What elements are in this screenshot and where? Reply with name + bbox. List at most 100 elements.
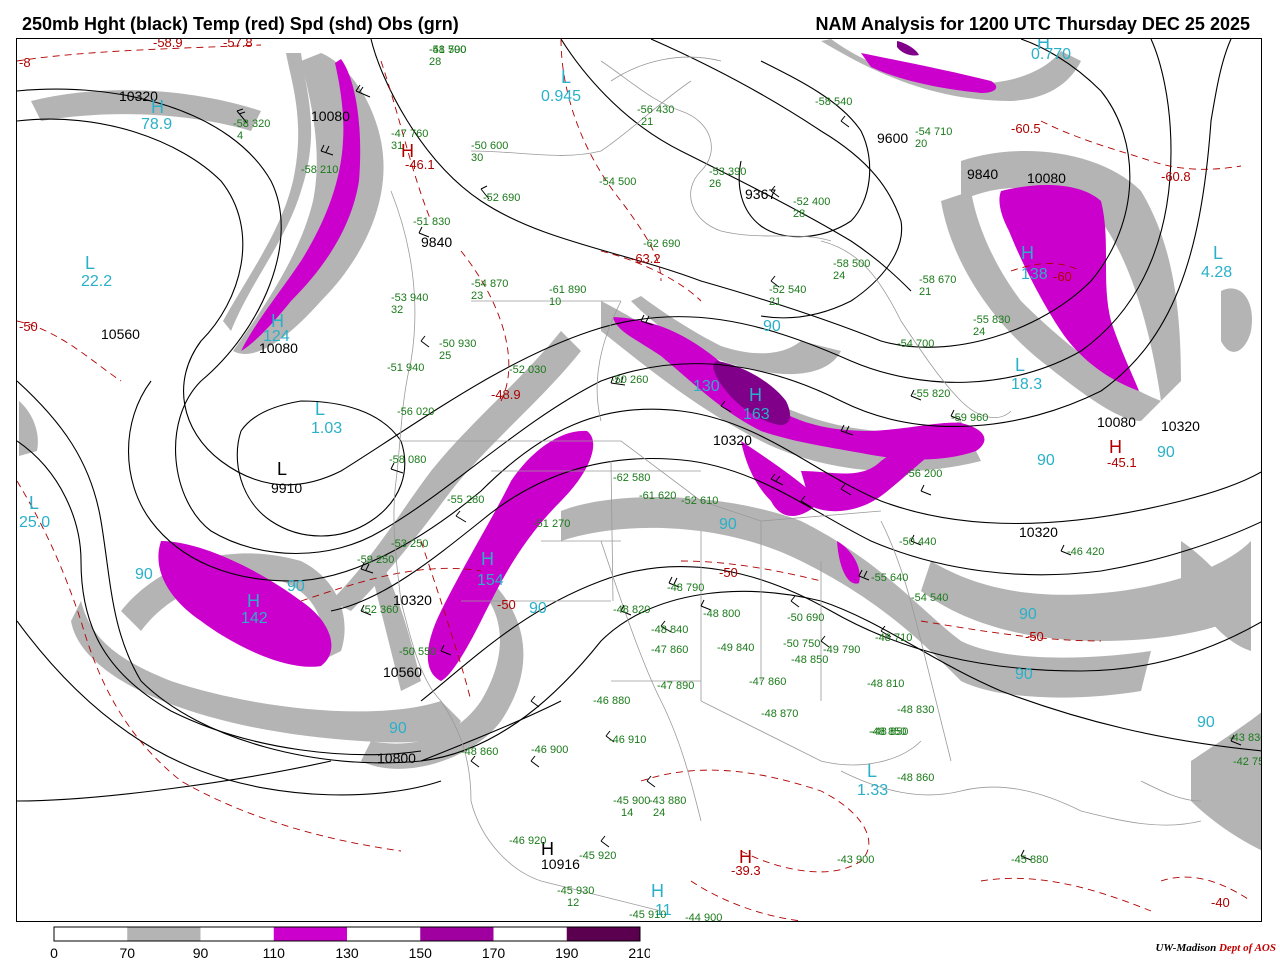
speed-label: 142 xyxy=(241,610,268,627)
high-marker: H xyxy=(247,591,260,611)
station-obs-label: 30 xyxy=(471,152,483,164)
station-obs-label: 12 xyxy=(567,897,579,909)
station-obs-label: -45 900 xyxy=(613,795,650,807)
station-obs-label: -46 420 xyxy=(1067,546,1104,558)
station-obs-label: 28 xyxy=(429,56,441,68)
station-obs-label: -61 890 xyxy=(549,284,586,296)
station-obs-label: 14 xyxy=(621,807,633,819)
speed-label: 25.0 xyxy=(19,514,50,531)
credit-org: UW-Madison xyxy=(1155,942,1217,954)
station-obs-label: -52 610 xyxy=(681,495,718,507)
height-label: 10080 xyxy=(1027,170,1066,186)
height-label: 10080 xyxy=(311,108,350,124)
speed-label: 0.945 xyxy=(541,88,581,105)
map-panel: 10320 10080 9840 9600 9367 10560 10080 9… xyxy=(16,38,1262,922)
height-label: 10560 xyxy=(383,664,422,680)
legend-tick-label: 110 xyxy=(263,945,286,960)
station-obs-label: -45 910 xyxy=(629,909,666,921)
temp-label: -57.8 xyxy=(223,39,253,50)
station-obs-label: -48 700 xyxy=(429,44,466,56)
low-marker: L xyxy=(277,459,287,479)
temp-label: -45.1 xyxy=(1107,455,1137,470)
height-label: 9367 xyxy=(745,186,776,202)
station-obs-label: -48 710 xyxy=(875,632,912,644)
station-obs-label: -50 930 xyxy=(439,338,476,350)
station-obs-label: 31 xyxy=(391,140,403,152)
station-obs-label: -58 540 xyxy=(815,96,852,108)
legend-tick-label: 0 xyxy=(50,945,58,960)
speed-label: 22.2 xyxy=(81,273,112,290)
speed-label: 154 xyxy=(477,572,504,589)
speed-label: 18.3 xyxy=(1011,376,1042,393)
station-obs-label: -55 640 xyxy=(871,572,908,584)
station-obs-label: -48 800 xyxy=(703,608,740,620)
station-obs-label: -50 260 xyxy=(611,374,648,386)
station-obs-label: -53 250 xyxy=(391,538,428,550)
station-obs-label: 4 xyxy=(237,130,243,142)
station-obs-label: -59 250 xyxy=(357,554,394,566)
legend-bin xyxy=(200,927,274,941)
station-obs-label: -47 860 xyxy=(651,644,688,656)
high-marker: H xyxy=(481,549,494,569)
station-obs-label: -49 840 xyxy=(717,642,754,654)
high-marker: H xyxy=(651,881,664,901)
weather-map: 10320 10080 9840 9600 9367 10560 10080 9… xyxy=(17,39,1261,921)
temp-label: -50 xyxy=(1025,629,1044,644)
temp-label: -50 xyxy=(19,319,38,334)
temp-label: -60 xyxy=(1053,269,1072,284)
height-label: 10800 xyxy=(377,750,416,766)
station-obs-label: -56 430 xyxy=(637,104,674,116)
chart-title: 250mb Hght (black) Temp (red) Spd (shd) … xyxy=(22,14,459,34)
height-label: 9910 xyxy=(271,480,302,496)
station-obs-label: -48 870 xyxy=(761,708,798,720)
station-obs-label: 23 xyxy=(471,290,483,302)
station-obs-label: -56 020 xyxy=(397,406,434,418)
station-obs-label: 24 xyxy=(653,807,665,819)
legend-bin xyxy=(566,927,640,941)
station-obs-label: -47 760 xyxy=(391,128,428,140)
station-obs-label: 26 xyxy=(709,178,721,190)
station-obs-label: -51 940 xyxy=(387,362,424,374)
low-marker: L xyxy=(1015,355,1025,375)
legend-tick-label: 210 xyxy=(628,945,650,960)
low-marker: L xyxy=(561,67,571,87)
temp-label: -50 xyxy=(497,597,516,612)
speed-label: 90 xyxy=(1015,666,1033,683)
station-obs-label: -48 860 xyxy=(461,746,498,758)
station-obs-label: -52 030 xyxy=(509,364,546,376)
legend-bin xyxy=(493,927,567,941)
station-obs-label: -45 920 xyxy=(579,850,616,862)
station-obs-label: 20 xyxy=(915,138,927,150)
station-obs-label: -58 210 xyxy=(301,164,338,176)
station-obs-label: 21 xyxy=(769,296,781,308)
speed-label: 78.9 xyxy=(141,116,172,133)
legend-tick-label: 170 xyxy=(482,945,506,960)
legend-tick-label: 150 xyxy=(409,945,433,960)
speed-label: 1.33 xyxy=(857,782,888,799)
high-marker: H xyxy=(271,311,284,331)
speed-legend: 0 70 90 110 130 150 170 190 210 xyxy=(50,926,650,960)
height-label: 9840 xyxy=(421,234,452,250)
speed-label: 90 xyxy=(1157,444,1175,461)
station-obs-label: -49 790 xyxy=(823,644,860,656)
temp-label: -40 xyxy=(1211,895,1230,910)
station-obs-label: 24 xyxy=(973,326,985,338)
station-obs-label: -50 690 xyxy=(787,612,824,624)
temp-label: -58.9 xyxy=(153,39,183,50)
legend-bin xyxy=(347,927,421,941)
station-obs-label: 21 xyxy=(919,286,931,298)
speed-label: 90 xyxy=(719,516,737,533)
legend-tick-label: 70 xyxy=(119,945,135,960)
temp-label: -39.3 xyxy=(731,863,761,878)
speed-label: 130 xyxy=(693,378,720,395)
station-obs-label: -48 850 xyxy=(871,726,908,738)
station-obs-label: -43 900 xyxy=(837,854,874,866)
legend-bin xyxy=(54,927,128,941)
station-obs-label: -51 830 xyxy=(413,216,450,228)
station-obs-label: -46 900 xyxy=(531,744,568,756)
station-obs-label: -48 830 xyxy=(897,704,934,716)
speed-label: 90 xyxy=(1019,606,1037,623)
station-obs-label: 32 xyxy=(391,304,403,316)
height-label: 10080 xyxy=(1097,414,1136,430)
station-obs-label: -58 080 xyxy=(389,454,426,466)
